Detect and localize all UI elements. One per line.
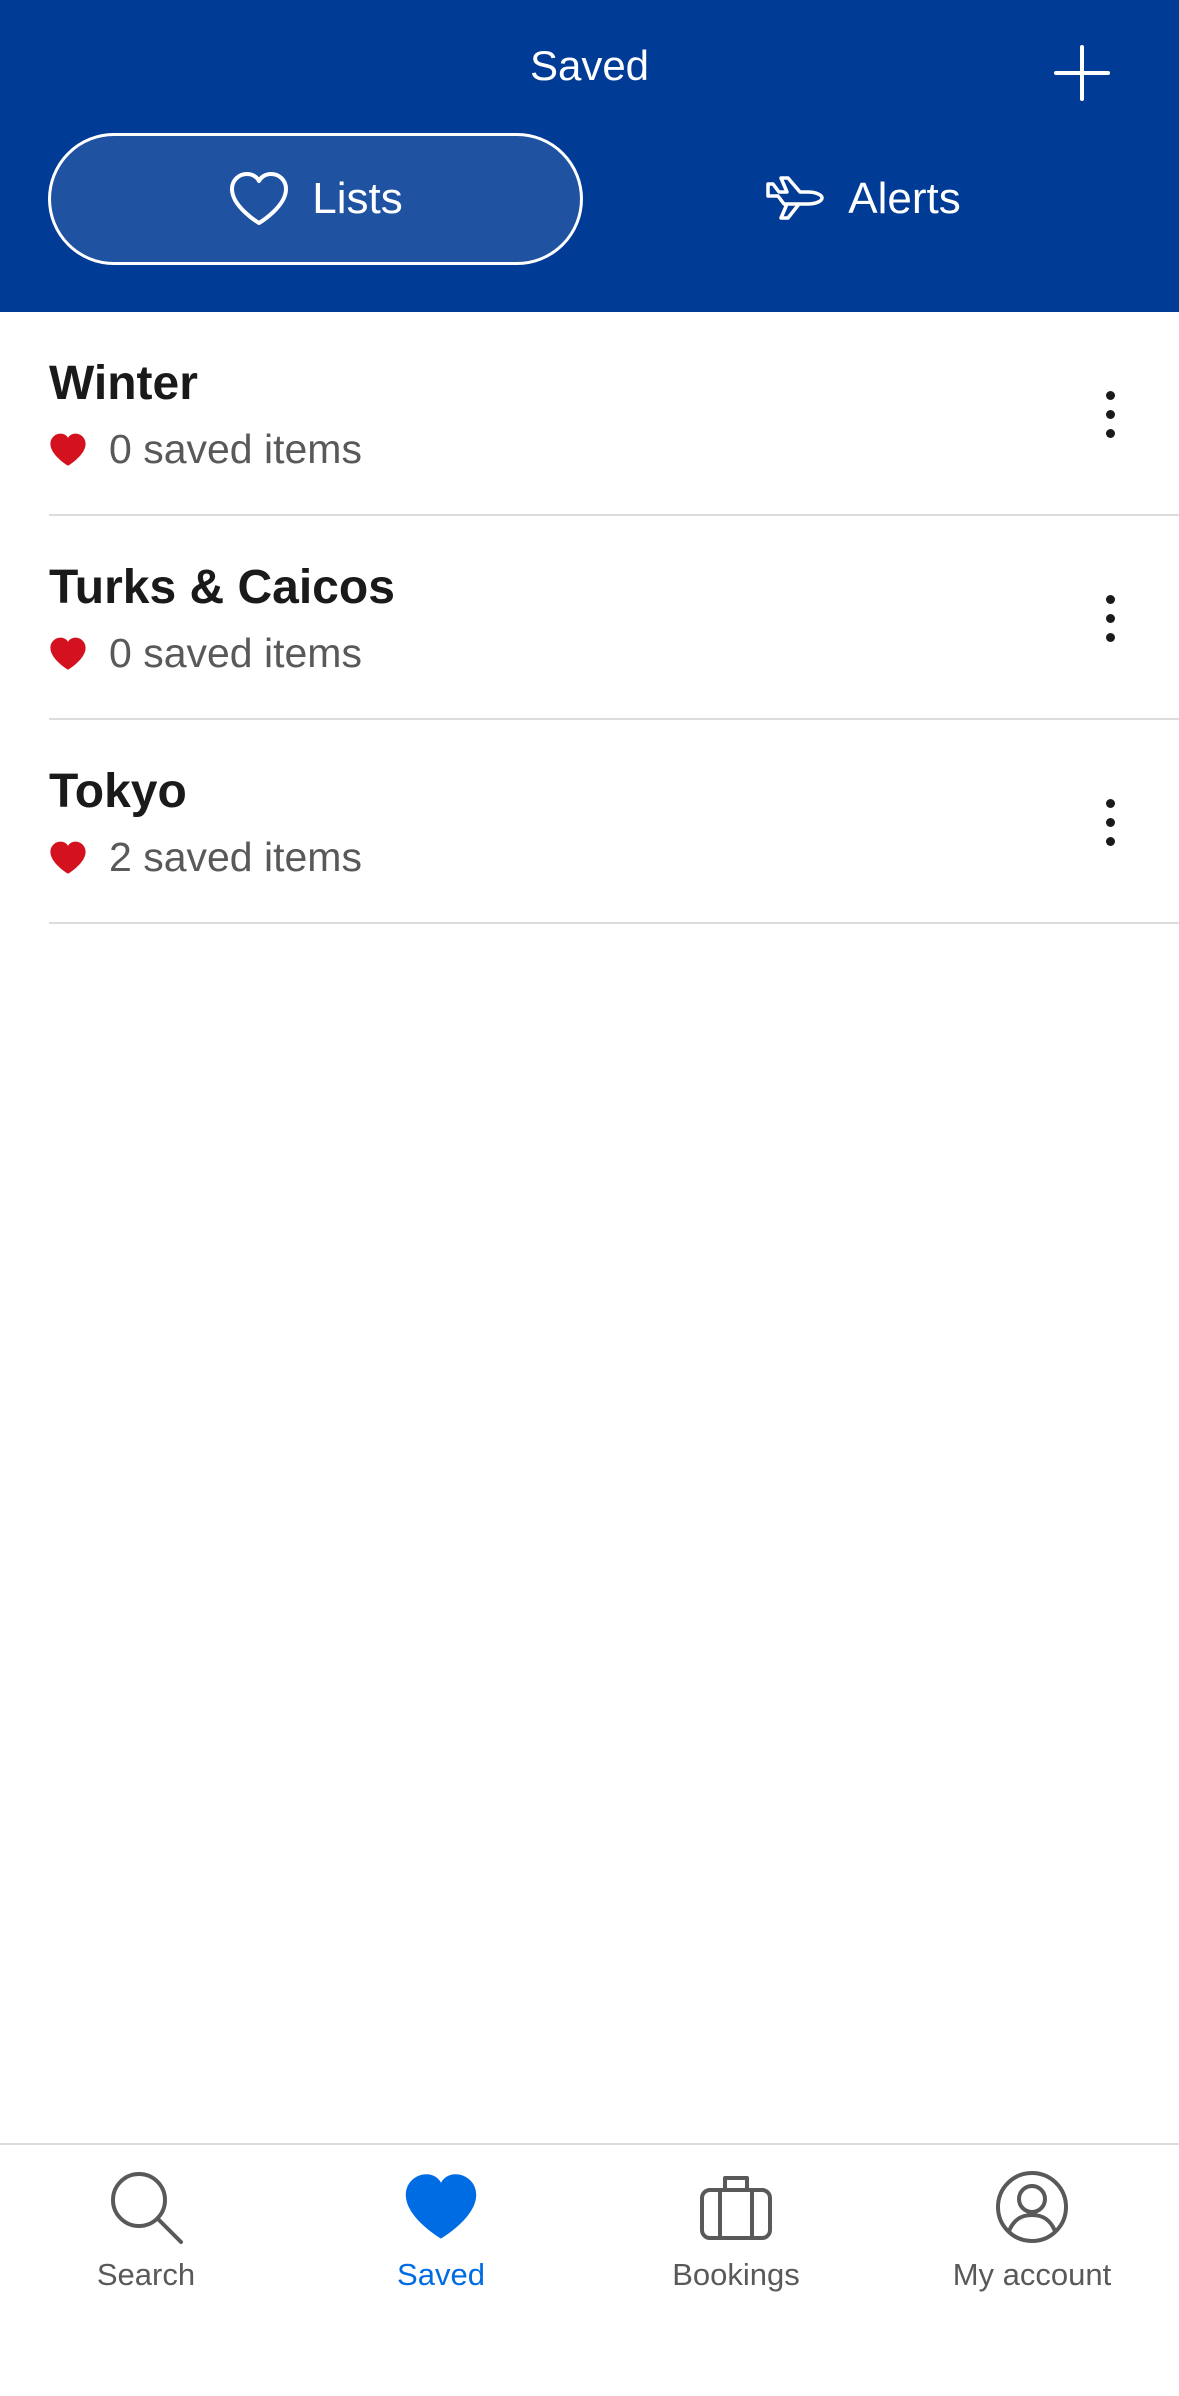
saved-count: 0 saved items [109,630,362,676]
tab-lists[interactable]: Lists [48,133,583,265]
nav-my-account[interactable]: My account [902,2167,1162,2293]
saved-lists: Winter 0 saved items Turks & Caicos 0 sa… [0,312,1179,924]
search-icon [107,2167,185,2247]
briefcase-icon [698,2167,774,2247]
tab-alerts[interactable]: Alerts [600,133,1125,265]
heart-icon [403,2167,479,2247]
more-options-button[interactable] [1084,378,1136,450]
page-title: Saved [529,42,650,89]
tab-lists-label: Lists [312,174,403,223]
nav-bookings-label: Bookings [672,2257,800,2292]
nav-saved-label: Saved [397,2257,485,2292]
nav-my-account-label: My account [952,2257,1112,2292]
airplane-icon [764,174,826,224]
nav-search[interactable]: Search [16,2167,276,2293]
bottom-nav: Search Saved Bookings My account [0,2143,1179,2396]
tab-alerts-label: Alerts [848,174,961,223]
more-options-button[interactable] [1084,786,1136,858]
add-list-button[interactable] [1045,36,1119,110]
account-icon [994,2167,1070,2247]
nav-bookings[interactable]: Bookings [606,2167,866,2293]
heart-icon [49,841,87,875]
heart-icon [49,637,87,671]
list-item[interactable]: Winter 0 saved items [49,312,1179,516]
heart-outline-icon [228,171,290,227]
nav-saved[interactable]: Saved [311,2167,571,2293]
saved-count: 0 saved items [109,426,362,472]
top-bar: Saved Lists Alerts [0,0,1179,312]
list-title: Winter [49,357,198,410]
more-options-button[interactable] [1084,582,1136,654]
saved-count: 2 saved items [109,834,362,880]
nav-search-label: Search [96,2257,196,2292]
list-item[interactable]: Tokyo 2 saved items [49,720,1179,924]
list-item[interactable]: Turks & Caicos 0 saved items [49,516,1179,720]
list-title: Tokyo [49,765,187,818]
plus-icon [1054,45,1110,101]
list-title: Turks & Caicos [49,561,395,614]
heart-icon [49,433,87,467]
